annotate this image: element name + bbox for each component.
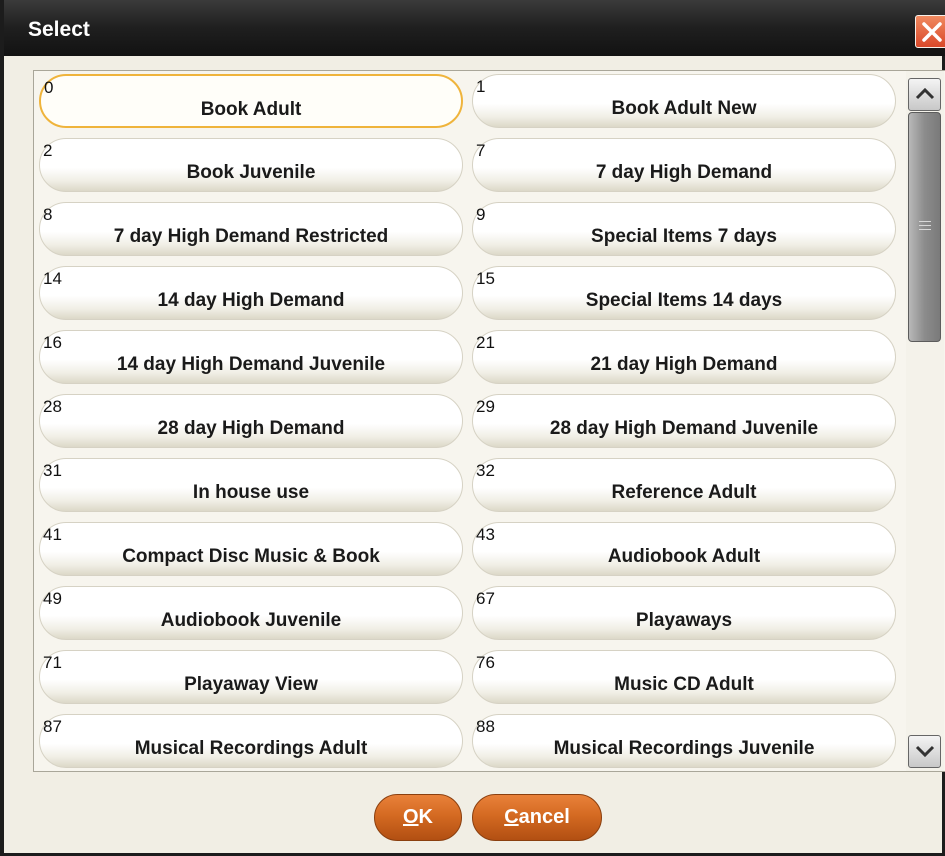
item-label: Audiobook Juvenile bbox=[160, 610, 342, 631]
item-code: 16 bbox=[43, 333, 62, 352]
list-item[interactable]: 49 Audiobook Juvenile bbox=[39, 586, 463, 640]
item-code: 1 bbox=[476, 77, 486, 96]
list-item[interactable]: 15 Special Items 14 days bbox=[472, 266, 896, 320]
list-item[interactable]: 16 14 day High Demand Juvenile bbox=[39, 330, 463, 384]
item-label: Book Adult bbox=[200, 99, 302, 120]
vertical-scrollbar[interactable] bbox=[906, 71, 944, 771]
item-code: 32 bbox=[476, 461, 495, 480]
item-label: Compact Disc Music & Book bbox=[122, 546, 380, 567]
item-label: 28 day High Demand bbox=[157, 418, 345, 439]
item-label: Playaways bbox=[635, 610, 733, 631]
item-code: 2 bbox=[43, 141, 53, 160]
list-item[interactable]: 31 In house use bbox=[39, 458, 463, 512]
list-item[interactable]: 32 Reference Adult bbox=[472, 458, 896, 512]
list-item[interactable]: 2 Book Juvenile bbox=[39, 138, 463, 192]
list-item[interactable]: 28 28 day High Demand bbox=[39, 394, 463, 448]
item-code: 71 bbox=[43, 653, 62, 672]
item-label: Special Items 14 days bbox=[585, 290, 783, 311]
item-code: 28 bbox=[43, 397, 62, 416]
item-label: 7 day High Demand Restricted bbox=[113, 226, 389, 247]
item-code: 49 bbox=[43, 589, 62, 608]
item-code: 7 bbox=[476, 141, 486, 160]
list-item[interactable]: 8 7 day High Demand Restricted bbox=[39, 202, 463, 256]
item-label: Book Juvenile bbox=[186, 162, 316, 183]
item-label: 14 day High Demand Juvenile bbox=[116, 354, 386, 375]
scroll-down-arrow-icon bbox=[915, 745, 935, 758]
item-label: 28 day High Demand Juvenile bbox=[549, 418, 819, 439]
item-label: 14 day High Demand bbox=[157, 290, 345, 311]
item-code: 67 bbox=[476, 589, 495, 608]
list-item[interactable]: 43 Audiobook Adult bbox=[472, 522, 896, 576]
ok-button[interactable]: OK bbox=[374, 794, 462, 841]
title-bar[interactable]: Select bbox=[4, 0, 945, 56]
list-item[interactable]: 9 Special Items 7 days bbox=[472, 202, 896, 256]
list-item[interactable]: 7 7 day High Demand bbox=[472, 138, 896, 192]
list-item[interactable]: 14 14 day High Demand bbox=[39, 266, 463, 320]
list-item[interactable]: 41 Compact Disc Music & Book bbox=[39, 522, 463, 576]
item-code: 0 bbox=[44, 78, 54, 97]
item-label: 21 day High Demand bbox=[590, 354, 778, 375]
close-x-icon bbox=[922, 22, 942, 42]
list-item[interactable]: 67 Playaways bbox=[472, 586, 896, 640]
dialog-title: Select bbox=[28, 18, 90, 41]
item-code: 29 bbox=[476, 397, 495, 416]
item-label: Musical Recordings Adult bbox=[134, 738, 368, 759]
item-label: Musical Recordings Juvenile bbox=[553, 738, 815, 759]
item-code: 21 bbox=[476, 333, 495, 352]
item-label: Music CD Adult bbox=[614, 674, 754, 695]
item-code: 88 bbox=[476, 717, 495, 736]
close-button[interactable] bbox=[915, 15, 945, 48]
item-code: 43 bbox=[476, 525, 495, 544]
scrollbar-thumb[interactable] bbox=[908, 112, 941, 342]
ok-mnemonic: O bbox=[402, 806, 419, 828]
list-item[interactable]: 88 Musical Recordings Juvenile bbox=[472, 714, 896, 768]
ok-label-rest: K bbox=[418, 806, 433, 828]
thumb-grip-icon bbox=[919, 221, 931, 233]
list-item[interactable]: 1 Book Adult New bbox=[472, 74, 896, 128]
list-item[interactable]: 0 Book Adult bbox=[39, 74, 463, 128]
item-code: 14 bbox=[43, 269, 62, 288]
item-label: Book Adult New bbox=[611, 98, 757, 119]
cancel-label-rest: ancel bbox=[518, 806, 570, 828]
item-label: Audiobook Adult bbox=[607, 546, 761, 567]
item-label: Playaway View bbox=[184, 674, 318, 695]
list-item[interactable]: 76 Music CD Adult bbox=[472, 650, 896, 704]
item-list: 0 Book Adult 1 Book Adult New 2 Book Juvenile… bbox=[33, 70, 945, 772]
select-dialog: Select 0 Book Adult 1 Book Adult New 2 Book J… bbox=[0, 0, 945, 856]
scroll-up-arrow-icon bbox=[915, 87, 935, 100]
list-item[interactable]: 71 Playaway View bbox=[39, 650, 463, 704]
item-code: 31 bbox=[43, 461, 62, 480]
list-item[interactable]: 29 28 day High Demand Juvenile bbox=[472, 394, 896, 448]
cancel-button[interactable]: Cancel bbox=[472, 794, 602, 841]
item-code: 8 bbox=[43, 205, 53, 224]
cancel-mnemonic: C bbox=[504, 806, 519, 828]
item-code: 9 bbox=[476, 205, 486, 224]
item-code: 87 bbox=[43, 717, 62, 736]
item-label: 7 day High Demand bbox=[595, 162, 773, 183]
item-label: Reference Adult bbox=[611, 482, 757, 503]
item-code: 15 bbox=[476, 269, 495, 288]
list-item[interactable]: 87 Musical Recordings Adult bbox=[39, 714, 463, 768]
item-code: 76 bbox=[476, 653, 495, 672]
item-label: Special Items 7 days bbox=[591, 226, 777, 247]
scroll-down-button[interactable] bbox=[908, 735, 941, 768]
scroll-up-button[interactable] bbox=[908, 78, 941, 111]
item-grid: 0 Book Adult 1 Book Adult New 2 Book Juvenile… bbox=[34, 71, 904, 771]
item-code: 41 bbox=[43, 525, 62, 544]
list-item[interactable]: 21 21 day High Demand bbox=[472, 330, 896, 384]
item-label: In house use bbox=[192, 482, 310, 503]
